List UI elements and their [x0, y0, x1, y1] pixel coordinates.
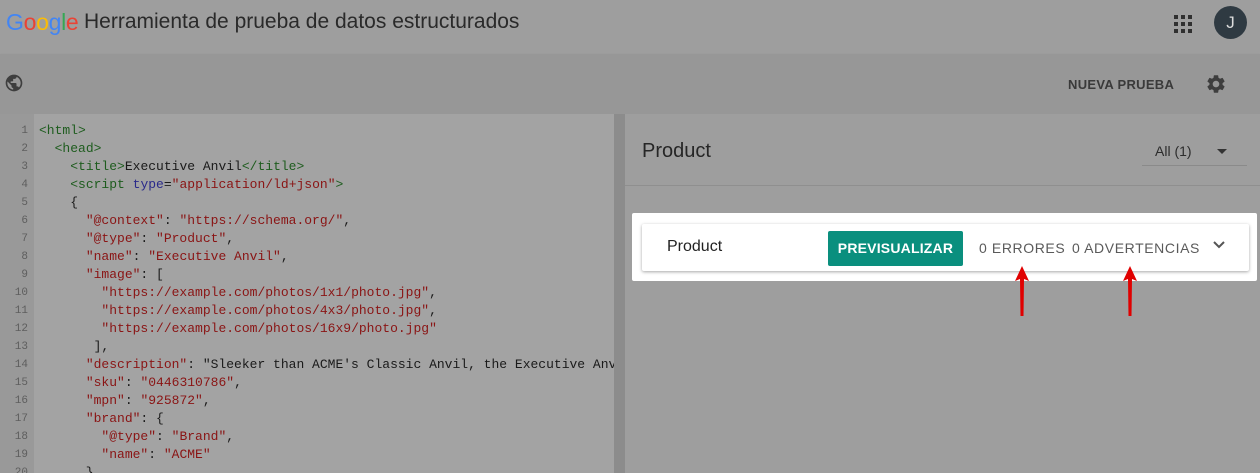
toolbar: NUEVA PRUEBA — [0, 54, 1260, 114]
line-number: 19 — [14, 449, 28, 461]
code-text: <title>Executive Anvil</title> — [70, 159, 305, 174]
code-text: "image": [ — [85, 267, 164, 282]
code-line[interactable]: 12 "https://example.com/photos/16x9/phot… — [0, 320, 614, 338]
globe-icon[interactable] — [4, 73, 24, 93]
results-pane: Product All (1) — [625, 114, 1260, 473]
code-line[interactable]: 20 }, — [0, 464, 614, 473]
preview-button[interactable]: PREVISUALIZAR — [828, 231, 963, 266]
code-line[interactable]: 3 <title>Executive Anvil</title> — [0, 158, 614, 176]
line-number: 9 — [21, 269, 28, 281]
code-line[interactable]: 16 "mpn": "925872", — [0, 392, 614, 410]
annotation-arrow-icon — [1015, 266, 1029, 316]
code-text: "https://example.com/photos/4x3/photo.jp… — [101, 303, 437, 318]
annotation-arrow-icon — [1123, 266, 1137, 316]
line-number: 14 — [14, 359, 28, 371]
apps-grid-icon[interactable] — [1174, 15, 1192, 33]
code-line[interactable]: 6 "@context": "https://schema.org/", — [0, 212, 614, 230]
code-line[interactable]: 4 <script type="application/ld+json"> — [0, 176, 614, 194]
logo-letter: o — [36, 9, 49, 35]
code-text: { — [39, 195, 79, 210]
code-text: "@context": "https://schema.org/", — [85, 213, 352, 228]
errors-count: 0 ERRORES — [979, 240, 1066, 256]
line-number: 10 — [14, 287, 28, 299]
warnings-count: 0 ADVERTENCIAS — [1072, 240, 1200, 256]
results-header: Product All (1) — [625, 114, 1260, 186]
code-line[interactable]: 7 "@type": "Product", — [0, 230, 614, 248]
code-line[interactable]: 19 "name": "ACME" — [0, 446, 614, 464]
results-filter-select[interactable]: All (1) — [1142, 136, 1247, 166]
pane-splitter[interactable] — [614, 114, 625, 473]
line-number: 16 — [14, 395, 28, 407]
code-text: "https://example.com/photos/1x1/photo.jp… — [101, 285, 437, 300]
google-logo[interactable]: Google — [6, 9, 79, 36]
code-line[interactable]: 9 "image": [ — [0, 266, 614, 284]
line-number: 7 — [21, 233, 28, 245]
code-line[interactable]: 14 "description": "Sleeker than ACME's C… — [0, 356, 614, 374]
chevron-down-icon[interactable] — [1212, 240, 1226, 250]
code-text: "https://example.com/photos/16x9/photo.j… — [101, 321, 437, 336]
line-number: 12 — [14, 323, 28, 335]
code-line[interactable]: 1 <html> — [0, 122, 614, 140]
caret-down-icon — [1217, 149, 1227, 154]
code-line[interactable]: 10 "https://example.com/photos/1x1/photo… — [0, 284, 614, 302]
code-text: "@type": "Brand", — [101, 429, 235, 444]
code-text: "brand": { — [85, 411, 164, 426]
code-text: "mpn": "925872", — [85, 393, 211, 408]
logo-letter: e — [65, 9, 79, 35]
code-text: "sku": "0446310786", — [85, 375, 242, 390]
gear-icon[interactable] — [1205, 73, 1227, 95]
code-line[interactable]: 2 <head> — [0, 140, 614, 158]
result-card[interactable]: Product PREVISUALIZAR 0 ERRORES 0 ADVERT… — [642, 224, 1249, 271]
results-title: Product — [642, 140, 711, 162]
code-line[interactable]: 18 "@type": "Brand", — [0, 428, 614, 446]
logo-letter: G — [6, 9, 24, 35]
line-number: 5 — [21, 197, 28, 209]
line-number: 4 — [21, 179, 28, 191]
line-number: 6 — [21, 215, 28, 227]
code-text: "@type": "Product", — [85, 231, 235, 246]
result-card-title: Product — [667, 238, 723, 255]
code-line[interactable]: 13 ], — [0, 338, 614, 356]
logo-letter: g — [48, 9, 62, 35]
line-number: 20 — [14, 467, 28, 473]
line-number: 8 — [21, 251, 28, 263]
code-editor[interactable]: 1 <html> 2 <head> 3 <title>Executive Anvil<… — [0, 114, 614, 473]
avatar[interactable]: J — [1214, 6, 1247, 39]
code-line[interactable]: 15 "sku": "0446310786", — [0, 374, 614, 392]
line-number: 2 — [21, 143, 28, 155]
line-number: 15 — [14, 377, 28, 389]
code-text: <head> — [54, 141, 102, 156]
new-test-button[interactable]: NUEVA PRUEBA — [1068, 77, 1174, 92]
code-text: <script type="application/ld+json"> — [70, 177, 344, 192]
code-text: <html> — [39, 123, 86, 138]
line-number: 17 — [14, 413, 28, 425]
code-text: ], — [39, 339, 110, 354]
code-text: "name": "Executive Anvil", — [85, 249, 289, 264]
line-number: 11 — [14, 305, 28, 317]
logo-letter: o — [23, 9, 37, 35]
code-text: }, — [39, 465, 102, 473]
line-number: 18 — [14, 431, 28, 443]
code-line[interactable]: 5 { — [0, 194, 614, 212]
code-line[interactable]: 17 "brand": { — [0, 410, 614, 428]
code-line[interactable]: 11 "https://example.com/photos/4x3/photo… — [0, 302, 614, 320]
app-header: Google Herramienta de prueba de datos es… — [0, 0, 1260, 54]
line-number: 13 — [14, 341, 28, 353]
code-line[interactable]: 8 "name": "Executive Anvil", — [0, 248, 614, 266]
line-number: 1 — [21, 125, 28, 137]
code-text: "name": "ACME" — [101, 447, 211, 462]
filter-label: All (1) — [1155, 143, 1192, 159]
app-title: Herramienta de prueba de datos estructur… — [84, 10, 520, 33]
line-number: 3 — [21, 161, 28, 173]
code-text: "description": "Sleeker than ACME's Clas… — [85, 357, 614, 372]
